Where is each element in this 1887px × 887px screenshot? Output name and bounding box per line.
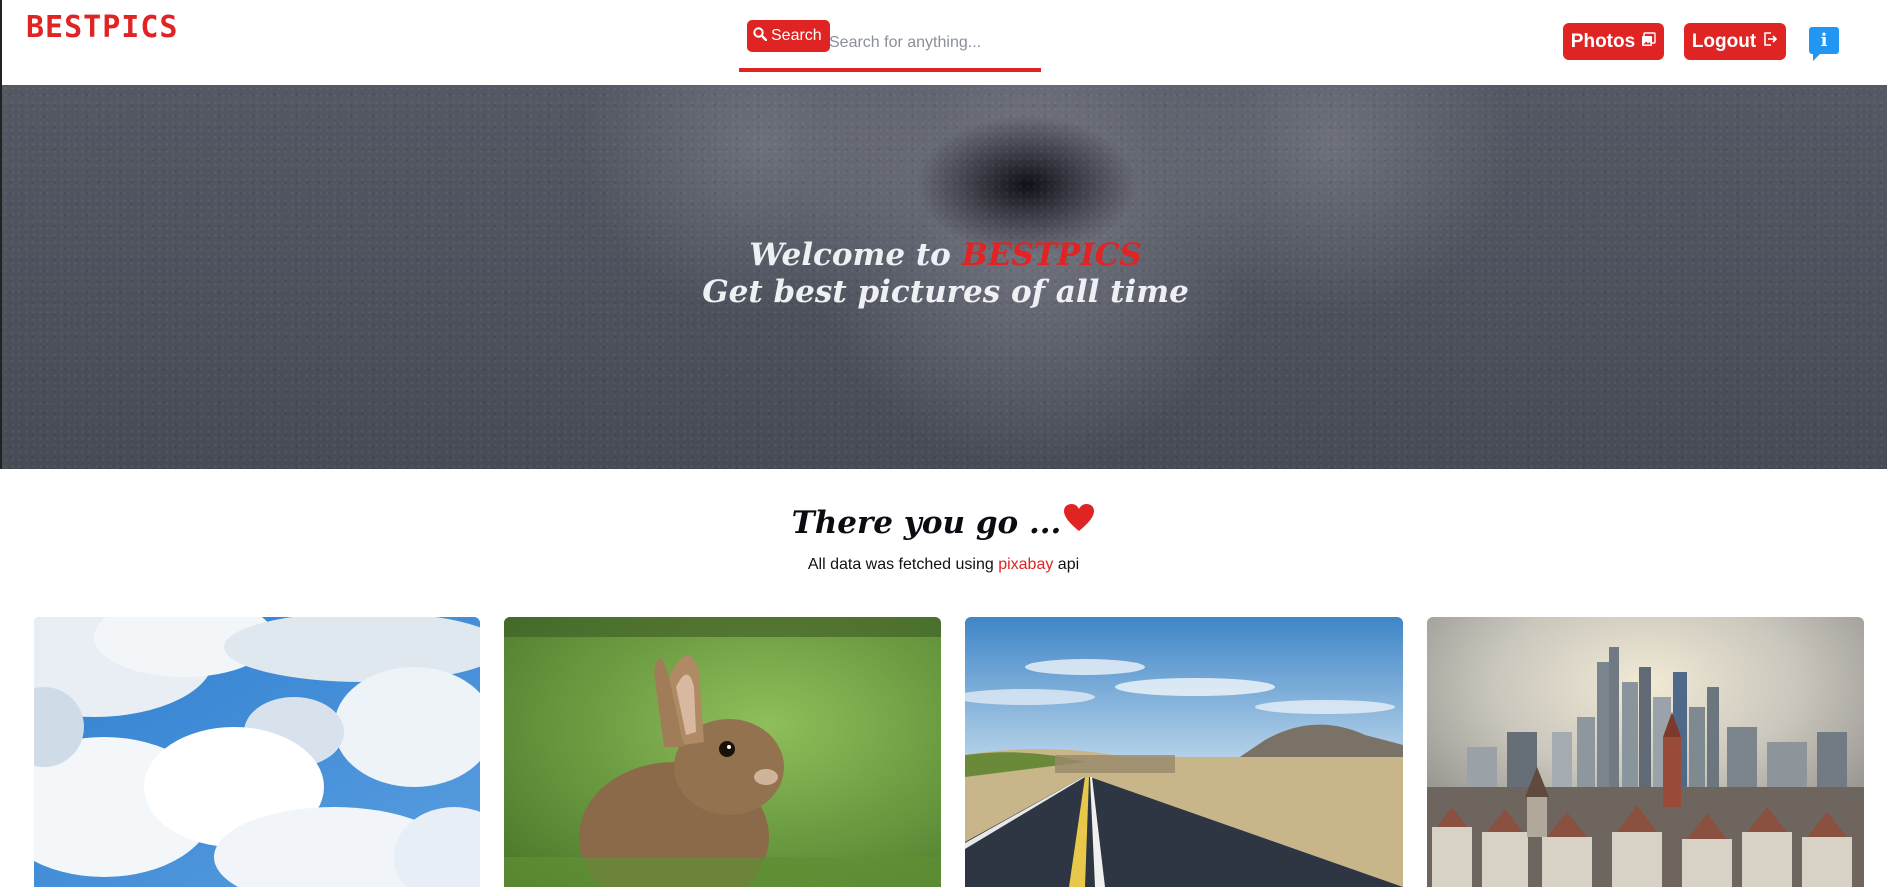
gallery-card-rabbit[interactable] <box>504 617 941 887</box>
photos-label: Photos <box>1570 30 1636 52</box>
hero-text: Welcome to BESTPICS Get best pictures of… <box>2 237 1887 311</box>
hero-subtitle: Get best pictures of all time <box>702 274 1189 310</box>
section-title-text: There you go ... <box>791 505 1062 541</box>
search-icon <box>753 26 768 46</box>
rabbit-image <box>504 617 941 887</box>
gallery-card-sky[interactable] <box>34 617 480 887</box>
hero-banner: Welcome to BESTPICS Get best pictures of… <box>0 85 1887 469</box>
hero-welcome-line: Welcome to BESTPICS <box>2 237 1887 274</box>
info-button[interactable]: i <box>1809 27 1839 61</box>
search-button-label: Search <box>771 27 822 44</box>
search-bar: Search <box>739 18 1041 72</box>
logout-button[interactable]: Logout <box>1684 23 1786 60</box>
info-icon: i <box>1820 30 1828 51</box>
logout-label: Logout <box>1691 30 1757 52</box>
gallery-card-city[interactable] <box>1427 617 1864 887</box>
navbar: BESTPICS Search Photos Logout <box>0 0 1887 85</box>
hero-welcome-prefix: Welcome to <box>749 237 962 273</box>
pixabay-link[interactable]: pixabay <box>998 556 1053 573</box>
photos-button[interactable]: Photos <box>1563 23 1664 60</box>
road-landscape-image <box>965 617 1403 887</box>
section-subtitle-suffix: api <box>1053 556 1080 573</box>
search-input[interactable] <box>827 28 1032 58</box>
logo[interactable]: BESTPICS <box>26 10 179 45</box>
photos-icon <box>1641 31 1656 53</box>
search-button[interactable]: Search <box>747 20 830 52</box>
heart-icon <box>1063 503 1095 541</box>
section-subtitle-prefix: All data was fetched using <box>807 556 999 573</box>
section-subtitle: All data was fetched using pixabay api <box>0 556 1887 574</box>
hero-brand: BESTPICS <box>961 237 1142 273</box>
city-skyline-image <box>1427 617 1864 887</box>
section-title: There you go ... <box>0 503 1887 543</box>
logout-icon <box>1762 31 1778 53</box>
gallery-card-road[interactable] <box>965 617 1403 887</box>
sky-clouds-image <box>34 617 480 887</box>
